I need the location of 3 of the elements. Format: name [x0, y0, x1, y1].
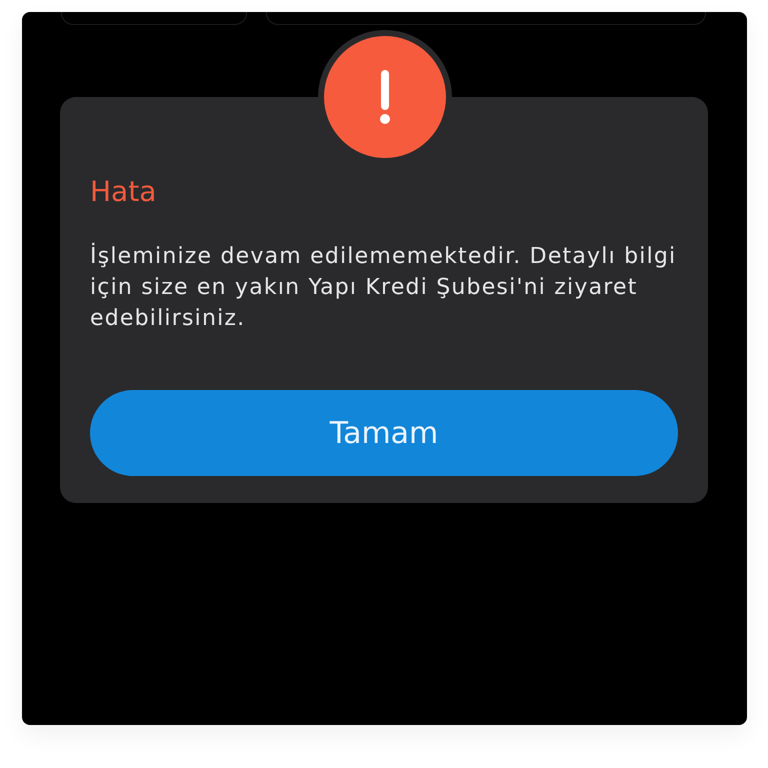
- dialog-message: İşleminize devam edilememektedir. Detaylı bilgi için size en yakın Yapı Kredi Şubesi'ni ziyaret edebilirsiniz.: [90, 242, 678, 333]
- ok-button[interactable]: Tamam: [90, 390, 678, 476]
- dialog-title: Hata: [90, 175, 158, 209]
